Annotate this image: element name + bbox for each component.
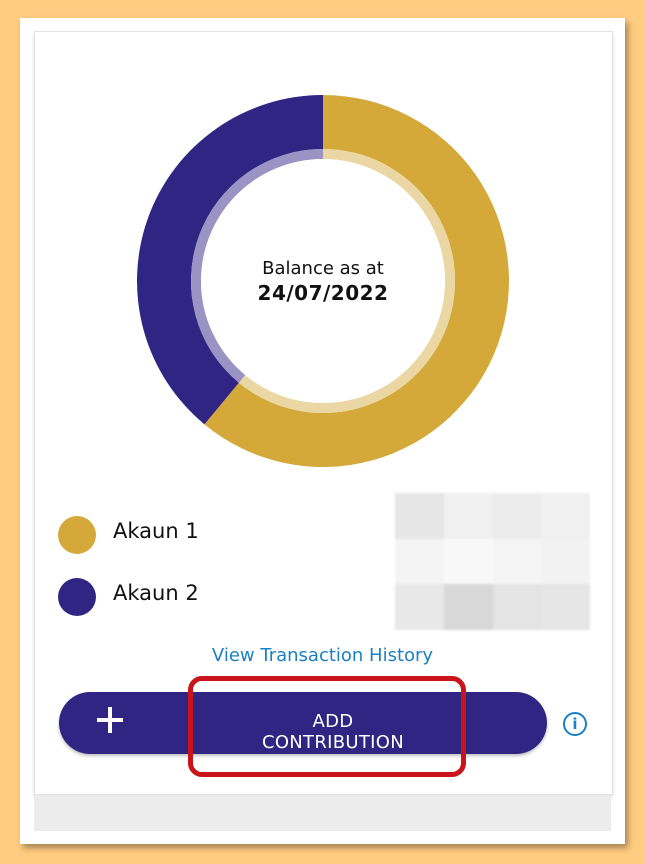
balance-date: 24/07/2022 [257,281,389,305]
view-transaction-history-link[interactable]: View Transaction History [150,645,495,666]
legend-dot-akaun-2 [58,578,96,616]
balance-caption: Balance as at [262,258,384,279]
plus-icon[interactable] [95,705,125,735]
info-icon[interactable]: i [563,712,587,736]
blurred-amounts [395,493,590,630]
legend-label-akaun-2: Akaun 2 [113,581,199,605]
highlight-annotation [188,676,466,777]
legend-dot-akaun-1 [58,516,96,554]
legend-label-akaun-1: Akaun 1 [113,519,199,543]
balance-center-label: Balance as at 24/07/2022 [223,258,423,306]
